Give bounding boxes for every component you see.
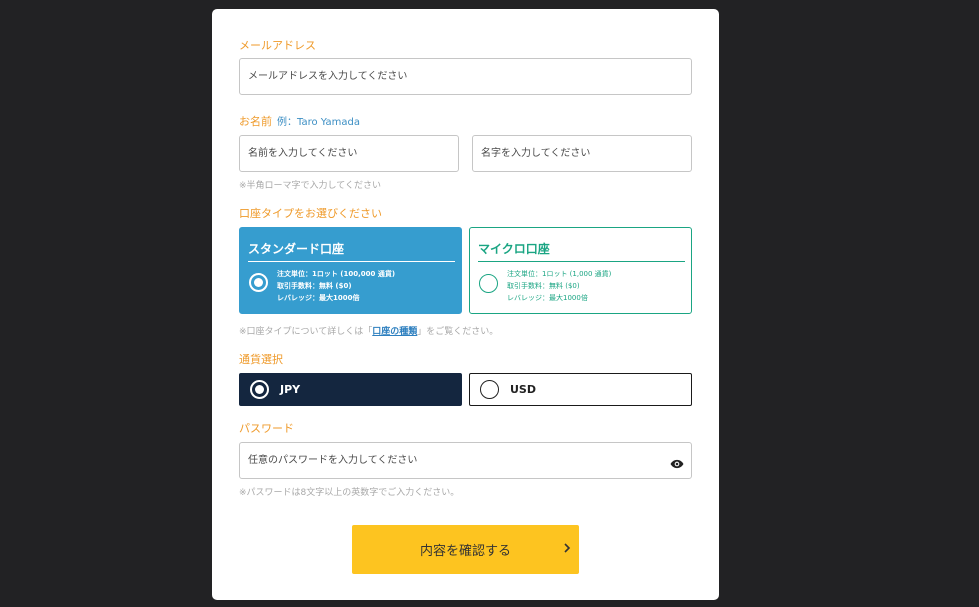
usd-label: USD: [510, 383, 536, 396]
name-note: ※半角ローマ字で入力してください: [239, 181, 382, 191]
micro-account-details: 注文単位：1ロット (1,000 通貨) 取引手数料：無料 ($0) レバレッジ…: [507, 270, 612, 302]
registration-form-card: メールアドレス お名前例：Taro Yamada ※半角ローマ字で入力してくださ…: [212, 9, 719, 600]
jpy-label: JPY: [280, 383, 301, 396]
password-label: パスワード: [239, 422, 294, 435]
account-option-micro[interactable]: マイクロ口座 注文単位：1ロット (1,000 通貨) 取引手数料：無料 ($0…: [469, 227, 692, 314]
currency-option-usd[interactable]: USD: [469, 373, 692, 406]
email-label: メールアドレス: [239, 39, 316, 52]
password-note: ※パスワードは8文字以上の英数字でご入力ください。: [239, 488, 460, 498]
name-label-row: お名前 例：Taro Yamada: [239, 113, 360, 129]
standard-account-details: 注文単位：1ロット (100,000 通貨) 取引手数料：無料 ($0) レバレ…: [277, 270, 396, 302]
name-label: お名前: [239, 115, 272, 128]
account-type-note: ※口座タイプについて詳しくは「口座の種類」をご覧ください。: [239, 327, 499, 337]
account-option-standard[interactable]: スタンダード口座 注文単位：1ロット (100,000 通貨) 取引手数料：無料…: [239, 227, 462, 314]
first-name-input[interactable]: [239, 135, 459, 172]
account-type-label: 口座タイプをお選びください: [239, 207, 382, 220]
confirm-submit-button[interactable]: 内容を確認する: [352, 525, 579, 574]
currency-option-jpy[interactable]: JPY: [239, 373, 462, 406]
currency-label: 通貨選択: [239, 353, 283, 366]
chevron-right-icon: [564, 543, 571, 553]
standard-radio-selected[interactable]: [249, 273, 268, 292]
email-input[interactable]: [239, 58, 692, 95]
micro-radio-unselected[interactable]: [479, 274, 498, 293]
submit-label: 内容を確認する: [419, 544, 511, 559]
account-types-link[interactable]: 口座の種類: [372, 327, 417, 337]
last-name-input[interactable]: [472, 135, 692, 172]
eye-icon[interactable]: [670, 459, 684, 469]
standard-account-title: スタンダード口座: [248, 240, 455, 262]
jpy-radio-selected[interactable]: [250, 380, 269, 399]
name-example: 例：Taro Yamada: [277, 117, 360, 128]
usd-radio-unselected[interactable]: [480, 380, 499, 399]
micro-account-title: マイクロ口座: [478, 240, 685, 262]
password-input[interactable]: [239, 442, 692, 479]
